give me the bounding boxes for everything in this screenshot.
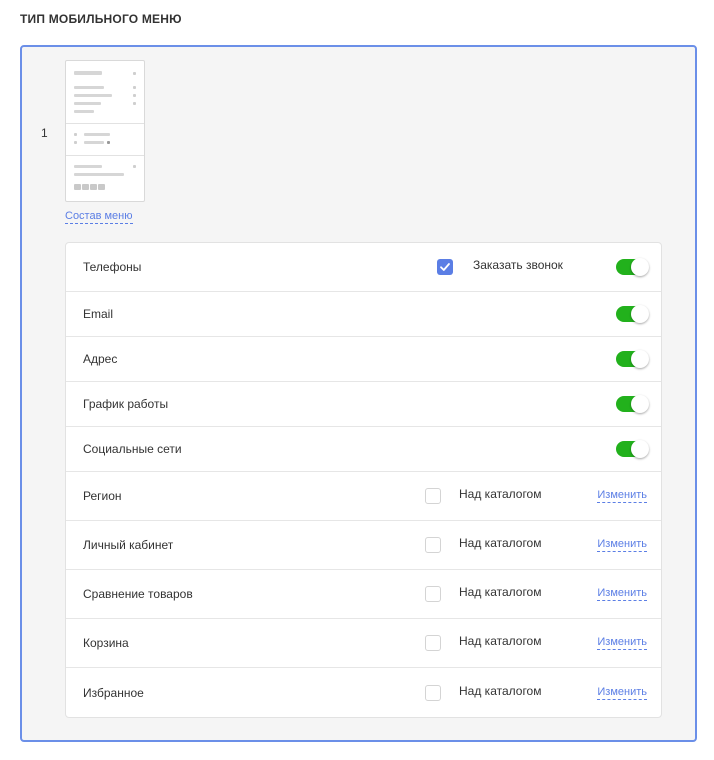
row-label: Регион: [83, 489, 122, 503]
list-item-email: Email: [66, 292, 661, 337]
list-item-compare: Сравнение товаров Над каталогом Изменить: [66, 570, 661, 619]
option-number: 1: [41, 126, 48, 140]
row-label: Адрес: [83, 352, 118, 366]
callback-checkbox[interactable]: [437, 259, 453, 275]
above-catalog-label: Над каталогом: [459, 634, 542, 648]
above-catalog-checkbox[interactable]: [425, 488, 441, 504]
compose-menu-link[interactable]: Состав меню: [65, 210, 133, 224]
menu-type-option-card[interactable]: 1 Состав меню Телефоны Заказать звонок E…: [20, 45, 697, 742]
row-label: Телефоны: [83, 260, 142, 274]
edit-link[interactable]: Изменить: [597, 636, 647, 650]
toggle-knob: [631, 305, 649, 323]
list-item-cart: Корзина Над каталогом Изменить: [66, 619, 661, 668]
above-catalog-label: Над каталогом: [459, 683, 542, 698]
above-catalog-checkbox[interactable]: [425, 635, 441, 651]
row-label: Избранное: [83, 685, 144, 700]
list-item-region: Регион Над каталогом Изменить: [66, 472, 661, 521]
row-label: Корзина: [83, 636, 129, 650]
above-catalog-label: Над каталогом: [459, 585, 542, 599]
toggle-knob: [631, 395, 649, 413]
toggle-knob: [631, 350, 649, 368]
above-catalog-label: Над каталогом: [459, 487, 542, 501]
check-icon: [440, 263, 450, 271]
social-toggle[interactable]: [616, 440, 649, 458]
callback-checkbox-label: Заказать звонок: [473, 258, 563, 272]
toggle-knob: [631, 440, 649, 458]
list-item-address: Адрес: [66, 337, 661, 382]
list-item-schedule: График работы: [66, 382, 661, 427]
edit-link[interactable]: Изменить: [597, 686, 647, 700]
mobile-menu-preview-thumbnail[interactable]: [65, 60, 145, 202]
row-label: График работы: [83, 397, 169, 411]
section-title: ТИП МОБИЛЬНОГО МЕНЮ: [20, 12, 182, 26]
above-catalog-checkbox[interactable]: [425, 537, 441, 553]
above-catalog-label: Над каталогом: [459, 536, 542, 550]
row-label: Сравнение товаров: [83, 587, 193, 601]
list-item-social: Социальные сети: [66, 427, 661, 472]
list-item-phones: Телефоны Заказать звонок: [66, 243, 661, 292]
row-label: Личный кабинет: [83, 538, 174, 552]
list-item-favorites: Избранное Над каталогом Изменить: [66, 668, 661, 717]
address-toggle[interactable]: [616, 350, 649, 368]
phones-toggle[interactable]: [616, 258, 649, 276]
menu-items-list: Телефоны Заказать звонок Email Адрес Гра…: [65, 242, 662, 718]
row-label: Email: [83, 307, 114, 321]
edit-link[interactable]: Изменить: [597, 538, 647, 552]
above-catalog-checkbox[interactable]: [425, 684, 441, 701]
list-item-account: Личный кабинет Над каталогом Изменить: [66, 521, 661, 570]
edit-link[interactable]: Изменить: [597, 489, 647, 503]
row-label: Социальные сети: [83, 442, 182, 456]
schedule-toggle[interactable]: [616, 395, 649, 413]
email-toggle[interactable]: [616, 305, 649, 323]
edit-link[interactable]: Изменить: [597, 587, 647, 601]
above-catalog-checkbox[interactable]: [425, 586, 441, 602]
toggle-knob: [631, 258, 649, 276]
